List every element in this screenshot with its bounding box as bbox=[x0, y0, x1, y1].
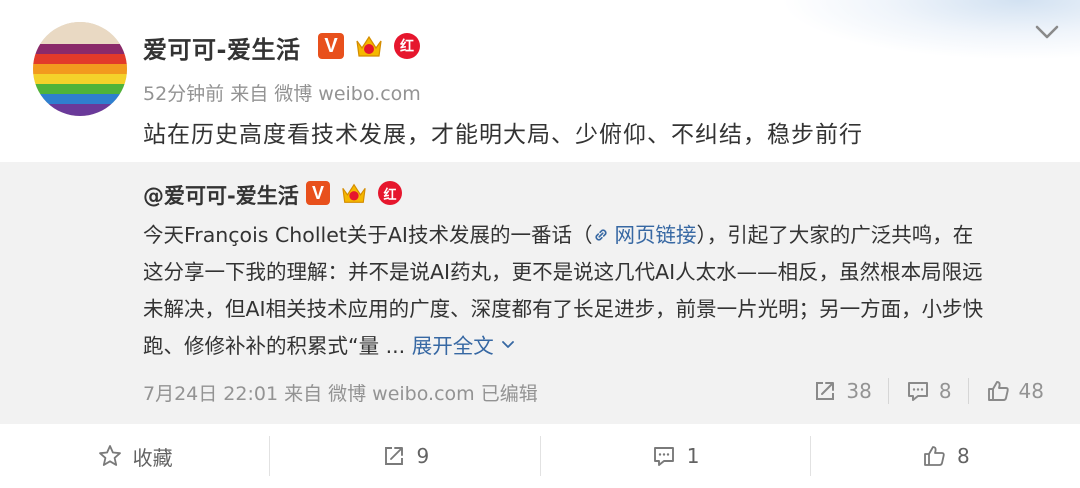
verified-icon: V bbox=[318, 33, 344, 59]
chevron-down-icon[interactable] bbox=[1033, 22, 1061, 42]
repost-author[interactable]: @爱可可-爱生活 bbox=[143, 180, 299, 210]
repost-card[interactable]: @爱可可-爱生活 V 红 今天François Chollet关于AI技术发展的… bbox=[0, 162, 1080, 424]
favorite-button[interactable]: 收藏 bbox=[0, 442, 269, 471]
crown-icon bbox=[356, 35, 382, 57]
share-icon bbox=[384, 447, 403, 465]
red-badge-icon: 红 bbox=[394, 33, 420, 59]
repost-share-stat[interactable]: 38 bbox=[796, 378, 887, 404]
post-text: 站在历史高度看技术发展，才能明大局、少俯仰、不纠结，稳步前行 bbox=[143, 122, 863, 148]
repost-badges: V 红 bbox=[306, 180, 402, 206]
action-bar: 收藏 9 1 8 bbox=[0, 424, 1080, 488]
expand-full-text-link[interactable]: 展开全文 bbox=[412, 334, 516, 358]
post-meta: 52分钟前 来自 微博 weibo.com bbox=[143, 83, 421, 105]
crown-icon bbox=[342, 183, 366, 203]
thumbs-up-icon bbox=[987, 381, 1009, 401]
repost-button[interactable]: 9 bbox=[270, 443, 539, 469]
link-icon bbox=[595, 229, 608, 241]
avatar[interactable] bbox=[33, 22, 127, 116]
verified-icon: V bbox=[306, 181, 330, 205]
repost-line-2: 这分享一下我的理解：并不是说AI药丸，更不是说这几代AI人太水——相反，虽然根本… bbox=[143, 260, 983, 284]
repost-comment-stat[interactable]: 8 bbox=[889, 378, 968, 404]
thumbs-up-icon bbox=[924, 446, 945, 466]
star-icon bbox=[98, 445, 121, 466]
repost-line-3: 未解决，但AI相关技术应用的广度、深度都有了长足进步，前景一片光明；另一方面，小… bbox=[143, 297, 984, 321]
repost-stats: 38 8 48 bbox=[796, 376, 1060, 406]
like-button[interactable]: 8 bbox=[811, 443, 1080, 469]
repost-footer: 7月24日 22:01 来自 微博 weibo.com 已编辑 bbox=[143, 383, 538, 405]
author-badges: V 红 bbox=[318, 32, 420, 60]
share-icon bbox=[816, 382, 835, 400]
author-name[interactable]: 爱可可-爱生活 bbox=[143, 30, 300, 65]
repost-line-4: 跑、修修补补的积累式“量 ... 展开全文 bbox=[143, 328, 1053, 365]
repost-line-1: 今天François Chollet关于AI技术发展的一番话（ 网页链接），引起了… bbox=[143, 223, 974, 247]
repost-like-stat[interactable]: 48 bbox=[969, 378, 1060, 404]
comment-button[interactable]: 1 bbox=[541, 443, 810, 469]
comment-icon bbox=[653, 447, 674, 466]
red-badge-icon: 红 bbox=[378, 181, 402, 205]
chevron-down-icon bbox=[501, 341, 514, 348]
repost-body: 今天François Chollet关于AI技术发展的一番话（ 网页链接），引起了… bbox=[143, 217, 1053, 365]
comment-icon bbox=[907, 382, 928, 401]
web-link[interactable]: 网页链接 bbox=[592, 223, 696, 247]
